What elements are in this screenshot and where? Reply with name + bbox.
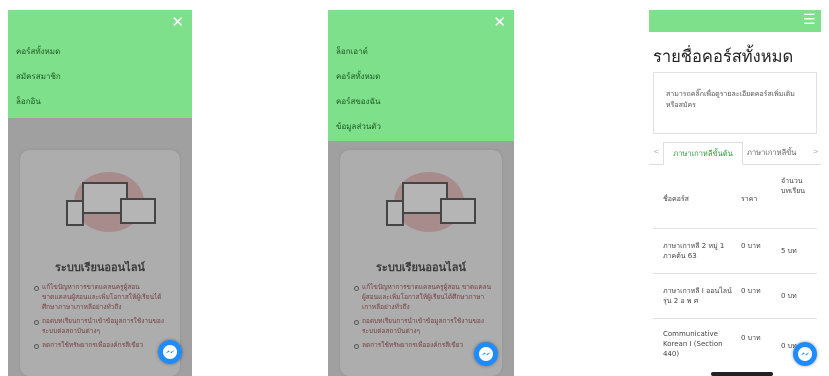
close-icon[interactable]: ✕ bbox=[493, 14, 506, 30]
course-tabs: < ภาษาเกาหลีขั้นต้น ภาษาเกาหลีขั้น > bbox=[649, 142, 821, 165]
nav-menu: ✕ คอร์สทั้งหมด สมัครสมาชิก ล็อกอิน bbox=[8, 10, 192, 118]
messenger-icon[interactable] bbox=[793, 342, 817, 366]
course-price: 0 บาท bbox=[741, 334, 761, 342]
info-text: สามารถคลิ๊กเพื่อดูรายละเอียดคอร์สเพิ่มเต… bbox=[666, 90, 795, 109]
menu-item-login[interactable]: ล็อกอิน bbox=[16, 96, 61, 121]
menu-item-my-courses[interactable]: คอร์สของฉัน bbox=[336, 96, 381, 121]
phone-screen-member-menu: ระบบเรียนออนไลน์ แก้ไขปัญหาการขาดแคลนครู… bbox=[328, 10, 514, 376]
phone-screen-guest-menu: ระบบเรียนออนไลน์ แก้ไขปัญหาการขาดแคลนครู… bbox=[8, 10, 192, 376]
course-price: 0 บาท bbox=[741, 287, 761, 295]
home-indicator bbox=[711, 372, 773, 376]
menu-item-all-courses[interactable]: คอร์สทั้งหมด bbox=[16, 46, 61, 71]
table-header: ชื่อคอร์ส ราคา จำนวนบทเรียน bbox=[653, 170, 817, 229]
page-title: รายชื่อคอร์สทั้งหมด bbox=[653, 47, 794, 66]
course-name: Communicative Korean I (Section 440) bbox=[663, 330, 723, 358]
nav-menu: ✕ ล็อกเอาต์ คอร์สทั้งหมด คอร์สของฉัน ข้อ… bbox=[328, 10, 514, 141]
messenger-icon[interactable] bbox=[158, 340, 182, 364]
course-price: 0 บาท bbox=[741, 242, 761, 250]
header-course-name: ชื่อคอร์ส bbox=[663, 195, 689, 203]
tab-korean-next[interactable]: ภาษาเกาหลีขั้น bbox=[747, 142, 796, 163]
header-price: ราคา bbox=[741, 195, 758, 203]
menu-item-profile[interactable]: ข้อมูลส่วนตัว bbox=[336, 121, 381, 146]
phone-screen-course-list: ☰ รายชื่อคอร์สทั้งหมด สามารถคลิ๊กเพื่อดู… bbox=[649, 10, 821, 376]
table-row[interactable]: ภาษาเกาหลี 2 หมู่ 1 ภาคต้น 63 0 บาท 5 บท bbox=[653, 229, 817, 274]
course-name: ภาษาเกาหลี 2 หมู่ 1 ภาคต้น 63 bbox=[663, 242, 725, 260]
table-row[interactable]: ภาษาเกาหลี I ออนไลน์ รุ่น 2 อ พ ศ 0 บาท … bbox=[653, 274, 817, 319]
info-box: สามารถคลิ๊กเพื่อดูรายละเอียดคอร์สเพิ่มเต… bbox=[653, 72, 817, 134]
course-name: ภาษาเกาหลี I ออนไลน์ รุ่น 2 อ พ ศ bbox=[663, 287, 732, 305]
close-icon[interactable]: ✕ bbox=[171, 14, 184, 30]
course-table: ชื่อคอร์ส ราคา จำนวนบทเรียน ภาษาเกาหลี 2… bbox=[653, 170, 817, 373]
header-lesson-count: จำนวนบทเรียน bbox=[781, 177, 806, 195]
course-lessons: 5 บท bbox=[781, 247, 797, 255]
messenger-icon[interactable] bbox=[474, 342, 498, 366]
menu-item-logout[interactable]: ล็อกเอาต์ bbox=[336, 46, 381, 71]
menu-item-register[interactable]: สมัครสมาชิก bbox=[16, 71, 61, 96]
chevron-right-icon[interactable]: > bbox=[812, 147, 819, 156]
top-bar: ☰ bbox=[649, 10, 821, 32]
hamburger-menu-icon[interactable]: ☰ bbox=[803, 13, 816, 27]
tab-korean-beginner[interactable]: ภาษาเกาหลีขั้นต้น bbox=[663, 142, 743, 165]
chevron-left-icon[interactable]: < bbox=[653, 147, 660, 156]
menu-item-all-courses[interactable]: คอร์สทั้งหมด bbox=[336, 71, 381, 96]
course-lessons: 0 บท bbox=[781, 292, 797, 300]
table-row[interactable]: Communicative Korean I (Section 440) 0 บ… bbox=[653, 319, 817, 373]
